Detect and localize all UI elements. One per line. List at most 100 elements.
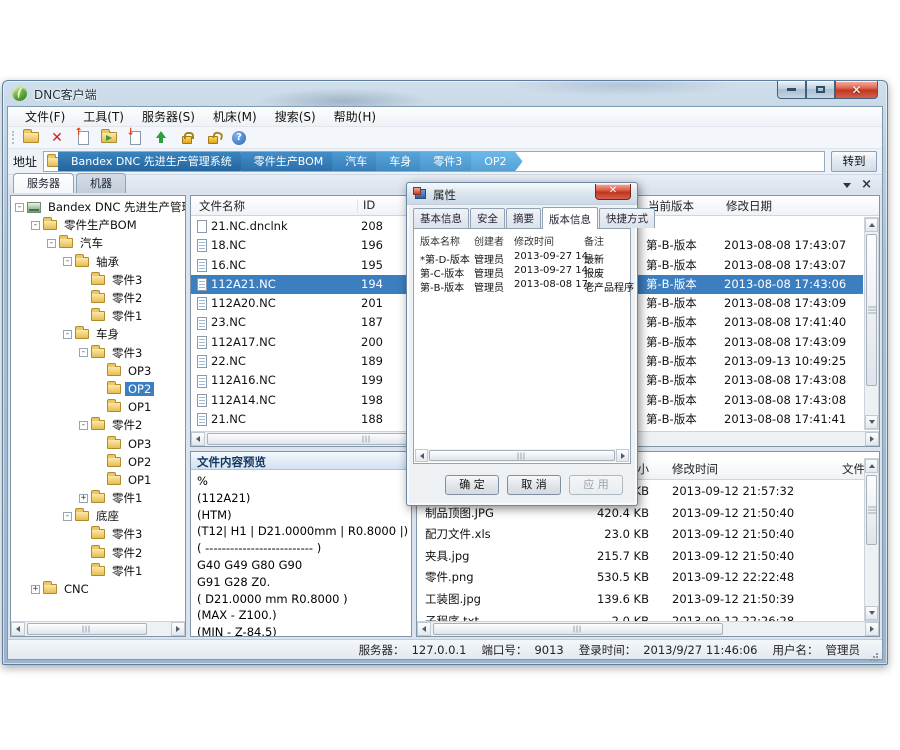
column-modified-date[interactable]: 修改日期	[726, 198, 772, 214]
apply-button[interactable]: 应 用	[569, 475, 623, 495]
tree-item[interactable]: -零件3	[11, 344, 185, 362]
breadcrumb-auto[interactable]: 汽车	[332, 151, 383, 172]
tab-shortcut[interactable]: 快捷方式	[599, 208, 655, 228]
tab-server[interactable]: 服务器	[13, 173, 74, 193]
expander-icon[interactable]: +	[31, 585, 40, 594]
column-modified-time[interactable]: 修改时间	[514, 233, 554, 248]
scroll-left-button[interactable]	[415, 449, 428, 462]
scroll-thumb[interactable]	[433, 623, 723, 635]
scroll-thumb[interactable]	[866, 475, 877, 545]
checkout-file-icon[interactable]: ↓	[126, 129, 144, 147]
delete-icon[interactable]: ✕	[48, 129, 66, 147]
expander-icon[interactable]: -	[63, 257, 72, 266]
breadcrumb-body[interactable]: 车身	[376, 151, 427, 172]
attachment-row[interactable]: 子程序.txt2.0 KB2013-09-12 22:26:28	[417, 611, 864, 621]
tab-basic-info[interactable]: 基本信息	[413, 208, 469, 228]
scroll-thumb[interactable]	[429, 450, 615, 461]
scroll-up-button[interactable]	[865, 218, 878, 232]
minimize-button[interactable]	[777, 81, 806, 99]
breadcrumb-bom[interactable]: 零件生产BOM	[241, 151, 340, 172]
expander-icon[interactable]: -	[63, 512, 72, 521]
checkin-file-icon[interactable]: ↑	[74, 129, 92, 147]
attachment-row[interactable]: 夹具.jpg215.7 KB2013-09-12 21:50:40	[417, 546, 864, 568]
expander-icon[interactable]: +	[79, 494, 88, 503]
scroll-right-button[interactable]	[171, 622, 185, 636]
panel-close-icon[interactable]: ×	[861, 180, 872, 190]
expander-icon[interactable]: -	[79, 421, 88, 430]
tree-horizontal-scrollbar[interactable]	[11, 621, 185, 636]
resize-grip[interactable]	[876, 653, 878, 655]
tree-item-cnc[interactable]: +CNC	[11, 580, 185, 598]
tree-item[interactable]: 零件1	[11, 307, 185, 325]
tree-item[interactable]: 零件3	[11, 525, 185, 543]
column-file-name[interactable]: 文件名称	[199, 198, 245, 214]
tree-item[interactable]: OP2	[11, 453, 185, 471]
ok-button[interactable]: 确 定	[445, 475, 499, 495]
version-row[interactable]: *第-D-版本 管理员 2013-09-27 14:... 最新	[414, 251, 630, 265]
scroll-left-button[interactable]	[191, 432, 205, 446]
scroll-left-button[interactable]	[417, 622, 431, 636]
close-button[interactable]: ✕	[835, 81, 878, 99]
column-divider[interactable]	[357, 199, 358, 213]
breadcrumb-root[interactable]: Bandex DNC 先进生产管理系统	[58, 151, 248, 172]
go-button[interactable]: 转到	[831, 151, 877, 172]
breadcrumb-op2[interactable]: OP2	[471, 151, 522, 172]
new-folder-icon[interactable]	[22, 129, 40, 147]
maximize-button[interactable]	[806, 81, 835, 99]
scroll-up-button[interactable]	[865, 459, 878, 473]
scroll-right-button[interactable]	[865, 432, 879, 446]
expander-icon[interactable]: -	[47, 239, 56, 248]
expander-icon[interactable]: -	[79, 348, 88, 357]
tree-item[interactable]: OP1	[11, 398, 185, 416]
dialog-close-button[interactable]: ✕	[595, 184, 631, 200]
tab-machine[interactable]: 机器	[76, 173, 126, 193]
tree-item[interactable]: 零件2	[11, 544, 185, 562]
expander-icon[interactable]: -	[63, 330, 72, 339]
tree-item-bom[interactable]: -零件生产BOM	[11, 216, 185, 234]
breadcrumb-part3[interactable]: 零件3	[420, 151, 478, 172]
tree-item-carbody[interactable]: -车身	[11, 325, 185, 343]
title-bar[interactable]: DNC客户端 ✕	[3, 81, 887, 106]
scroll-left-button[interactable]	[11, 622, 25, 636]
toolbar-grip[interactable]	[12, 131, 14, 144]
tree-item[interactable]: OP3	[11, 434, 185, 452]
tree-item[interactable]: +零件1	[11, 489, 185, 507]
attachments-hor-scrollbar[interactable]	[417, 621, 879, 636]
version-row[interactable]: 第-B-版本 管理员 2013-08-08 17:... 老产品程序	[414, 279, 630, 293]
dialog-title-bar[interactable]: 属性 ✕	[407, 183, 637, 205]
tree-item[interactable]: 零件3	[11, 271, 185, 289]
attachment-row[interactable]: 零件.png530.5 KB2013-09-12 22:22:48	[417, 567, 864, 589]
tree-item-bearing[interactable]: -轴承	[11, 253, 185, 271]
scroll-down-button[interactable]	[865, 415, 878, 429]
attachment-row[interactable]: 工装图.jpg139.6 KB2013-09-12 21:50:39	[417, 589, 864, 611]
tree-item-auto[interactable]: -汽车	[11, 234, 185, 252]
tab-security[interactable]: 安全	[470, 208, 505, 228]
menu-tools[interactable]: 工具(T)	[74, 106, 133, 127]
panel-menu-icon[interactable]	[843, 183, 851, 188]
tab-summary[interactable]: 摘要	[506, 208, 541, 228]
scroll-right-button[interactable]	[616, 449, 629, 462]
tree-item[interactable]: -零件2	[11, 416, 185, 434]
expander-icon[interactable]: -	[15, 203, 24, 212]
menu-search[interactable]: 搜索(S)	[266, 106, 325, 127]
expander-icon[interactable]: -	[31, 221, 40, 230]
dialog-horizontal-scrollbar[interactable]	[415, 449, 629, 462]
menu-file[interactable]: 文件(F)	[16, 106, 74, 127]
version-row[interactable]: 第-C-版本 管理员 2013-09-27 14:... 报废	[414, 265, 630, 279]
column-id[interactable]: ID	[363, 198, 375, 212]
tab-version-info[interactable]: 版本信息	[542, 207, 598, 229]
unlock-icon[interactable]	[204, 129, 222, 147]
tree-item[interactable]: 零件2	[11, 289, 185, 307]
menu-server[interactable]: 服务器(S)	[133, 106, 204, 127]
breadcrumb[interactable]: Bandex DNC 先进生产管理系统 零件生产BOM 汽车 车身 零件3 OP…	[43, 151, 825, 172]
column-note[interactable]: 备注	[584, 233, 604, 248]
tree-item[interactable]: OP1	[11, 471, 185, 489]
menu-machine[interactable]: 机床(M)	[204, 106, 266, 127]
menu-help[interactable]: 帮助(H)	[325, 106, 385, 127]
tree-item[interactable]: OP3	[11, 362, 185, 380]
tree-item-op2-selected[interactable]: OP2	[11, 380, 185, 398]
tree-item-base[interactable]: -底座	[11, 507, 185, 525]
attachment-row[interactable]: 配刀文件.xls23.0 KB2013-09-12 21:50:40	[417, 524, 864, 546]
attachments-vertical-scrollbar[interactable]	[864, 458, 879, 621]
cancel-button[interactable]: 取 消	[507, 475, 561, 495]
